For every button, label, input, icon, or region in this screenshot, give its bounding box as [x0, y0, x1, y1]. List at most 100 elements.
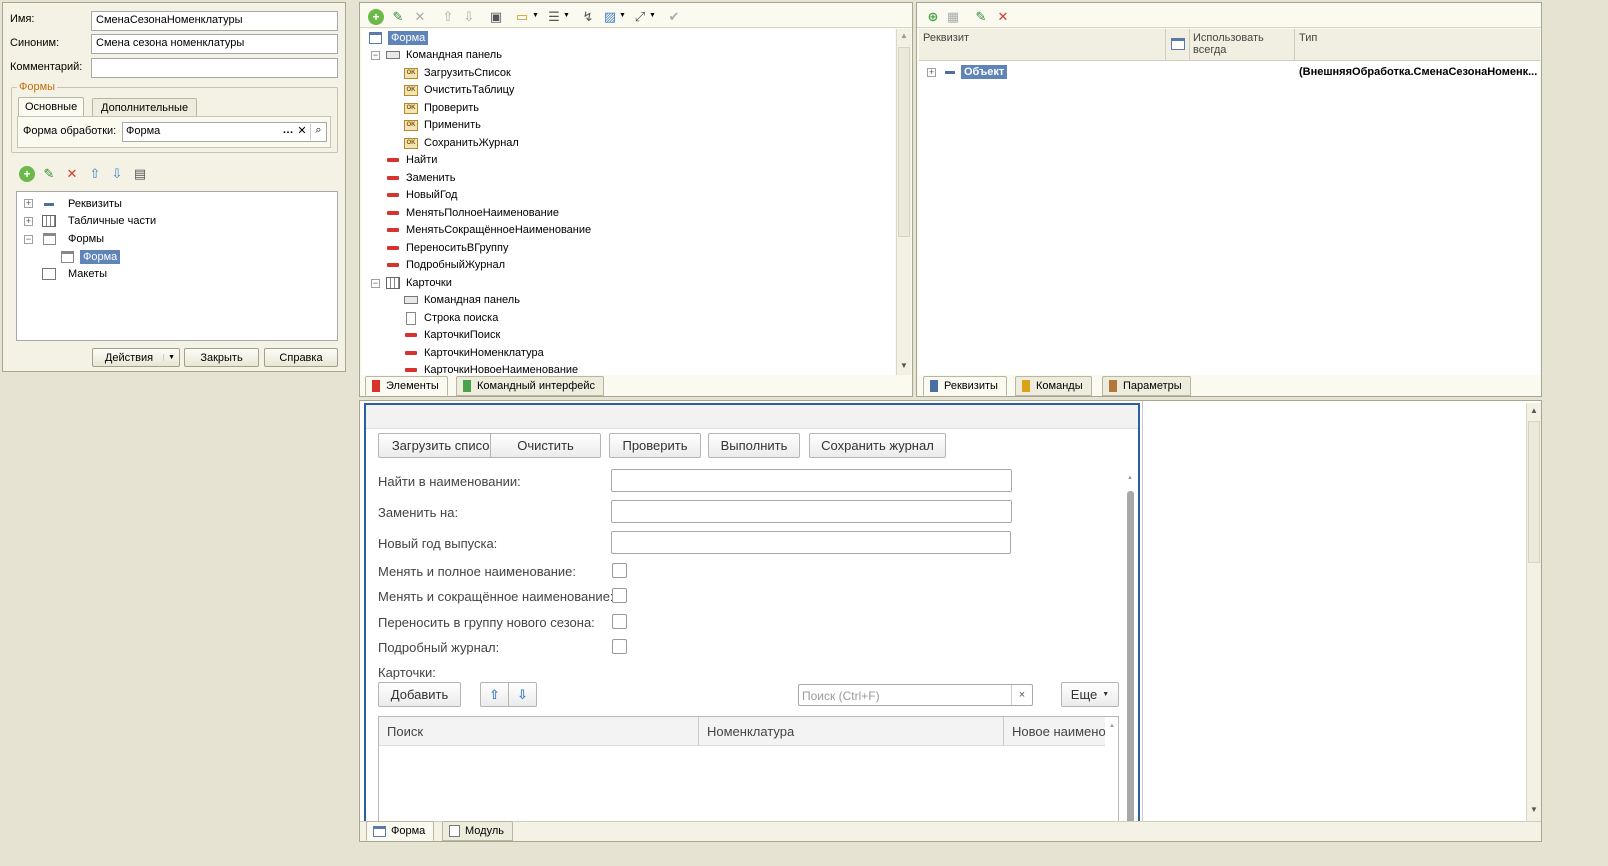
column-search[interactable]: Поиск — [387, 724, 423, 739]
tree-item-cards-nomenclature[interactable]: КарточкиНоменклатура — [404, 344, 544, 362]
tree-item-detailed-log[interactable]: ПодробныйЖурнал — [386, 256, 505, 274]
chevron-down-icon[interactable]: ▼ — [649, 12, 656, 19]
chevron-down-icon[interactable]: ▼ — [532, 12, 539, 19]
tree-item-form[interactable]: Форма — [60, 248, 121, 266]
wrap-icon[interactable]: ↯ — [580, 9, 596, 25]
move-up-button[interactable]: ⇧ — [480, 682, 509, 707]
column-header-attribute[interactable]: Реквизит — [923, 32, 969, 44]
run-button[interactable]: Выполнить — [708, 433, 800, 458]
attribute-row-name[interactable]: Объект — [961, 65, 1008, 79]
tree-item-form-root[interactable]: Форма — [368, 29, 429, 47]
close-button[interactable]: Закрыть — [184, 348, 259, 367]
scroll-thumb[interactable] — [1528, 421, 1540, 563]
short-name-checkbox[interactable] — [612, 588, 627, 603]
clear-button[interactable]: Очистить — [490, 433, 601, 458]
table-icon[interactable]: ▦ — [945, 9, 961, 25]
check-icon[interactable]: ✔ — [666, 9, 682, 25]
tree-item-apply[interactable]: OK Применить — [404, 116, 481, 134]
chevron-down-icon[interactable]: ▼ — [563, 12, 570, 19]
actions-button[interactable]: Действия ▼ — [92, 348, 180, 367]
tab-parameters[interactable]: Параметры — [1102, 376, 1191, 396]
collapse-icon[interactable]: − — [24, 235, 33, 244]
scroll-thumb[interactable] — [898, 47, 910, 237]
expand-icon[interactable]: + — [927, 68, 936, 77]
tree-item-attributes[interactable]: Реквизиты — [42, 195, 122, 213]
elements-scrollbar[interactable]: ▲ ▼ — [896, 29, 911, 375]
comment-field[interactable] — [91, 58, 338, 78]
edit-icon[interactable]: ✎ — [390, 9, 406, 25]
full-name-checkbox[interactable] — [612, 563, 627, 578]
tab-main[interactable]: Основные — [18, 97, 85, 117]
tree-item-cards-search[interactable]: КарточкиПоиск — [404, 326, 500, 344]
column-header-always[interactable]: Использовать всегда — [1193, 32, 1283, 56]
year-input[interactable] — [611, 531, 1011, 554]
tree-item-change-full-name[interactable]: МенятьПолноеНаименование — [386, 204, 559, 222]
move-down-button[interactable]: ⇩ — [508, 682, 537, 707]
column-header-type[interactable]: Тип — [1299, 32, 1317, 44]
delete-icon[interactable]: ✕ — [64, 166, 80, 182]
help-button[interactable]: Справка — [264, 348, 338, 367]
form-scrollbar[interactable]: ▲ — [1126, 475, 1135, 825]
tab-command-interface[interactable]: Командный интерфейс — [456, 376, 605, 396]
tree-item-clear-table[interactable]: OK ОчиститьТаблицу — [404, 81, 514, 99]
move-down-icon[interactable]: ⇩ — [109, 166, 125, 182]
save-log-button[interactable]: Сохранить журнал — [809, 433, 946, 458]
replace-input[interactable] — [611, 500, 1012, 523]
tab-extra[interactable]: Дополнительные — [92, 98, 198, 117]
cards-search-input[interactable]: Поиск (Ctrl+F) × — [798, 684, 1033, 706]
tab-commands[interactable]: Команды — [1015, 376, 1092, 396]
expand-icon[interactable]: + — [24, 199, 33, 208]
tree-item-cards-command-panel[interactable]: Командная панель — [404, 291, 520, 309]
add-icon[interactable]: + — [368, 9, 384, 25]
tree-item-tabular-parts[interactable]: Табличные части — [42, 212, 156, 230]
add-icon[interactable]: + — [19, 166, 35, 182]
scroll-up-icon[interactable]: ▲ — [900, 31, 908, 40]
tree-item-find[interactable]: Найти — [386, 151, 437, 169]
tree-item-cards-new-name[interactable]: КарточкиНовоеНаименование — [404, 361, 578, 375]
expand-icon[interactable]: + — [24, 217, 33, 226]
collapse-icon[interactable]: − — [371, 279, 380, 288]
scroll-up-icon[interactable]: ▲ — [1530, 406, 1538, 415]
add-attribute-icon[interactable]: ⊕ — [925, 9, 941, 25]
delete-icon[interactable]: ✕ — [995, 9, 1011, 25]
tree-item-change-short-name[interactable]: МенятьСокращённоеНаименование — [386, 221, 591, 239]
tree-item-save-log[interactable]: OK СохранитьЖурнал — [404, 134, 519, 152]
scroll-up-icon[interactable]: ▲ — [1127, 475, 1133, 481]
tab-module[interactable]: Модуль — [442, 821, 513, 841]
chevron-down-icon[interactable]: ▼ — [619, 12, 626, 19]
find-input[interactable] — [611, 469, 1012, 492]
collapse-icon[interactable]: − — [371, 51, 380, 60]
tab-elements[interactable]: Элементы — [365, 376, 448, 396]
stretch-icon[interactable]: ⤢ — [632, 9, 648, 25]
move-down-icon[interactable]: ⇩ — [461, 9, 477, 25]
scroll-down-icon[interactable]: ▼ — [900, 361, 908, 370]
chart-icon[interactable]: ▨ — [602, 9, 618, 25]
move-group-checkbox[interactable] — [612, 614, 627, 629]
processing-form-field[interactable]: Форма … ✕ ⌕ — [122, 122, 327, 142]
display-icon[interactable]: ▭ — [514, 9, 530, 25]
tree-item-command-panel[interactable]: Командная панель — [386, 46, 502, 64]
tree-item-templates[interactable]: Макеты — [42, 265, 107, 283]
clear-search-icon[interactable]: × — [1011, 685, 1032, 705]
move-up-icon[interactable]: ⇧ — [440, 9, 456, 25]
open-search-icon[interactable]: ⌕ — [310, 124, 326, 140]
tree-item-move-to-group[interactable]: ПереноситьВГруппу — [386, 239, 508, 257]
cards-table[interactable]: Поиск Номенклатура Новое наименование ▲ — [378, 716, 1119, 825]
tree-item-search-string[interactable]: Строка поиска — [404, 309, 498, 327]
detailed-log-checkbox[interactable] — [612, 639, 627, 654]
tree-item-new-year[interactable]: НовыйГод — [386, 186, 457, 204]
tab-form[interactable]: Форма — [366, 821, 435, 841]
layout-icon[interactable]: ☰ — [546, 9, 562, 25]
move-up-icon[interactable]: ⇧ — [87, 166, 103, 182]
edit-icon[interactable]: ✎ — [973, 9, 989, 25]
tree-item-load-list[interactable]: OK ЗагрузитьСписок — [404, 64, 511, 82]
clear-icon[interactable]: ✕ — [295, 124, 309, 140]
tab-attributes[interactable]: Реквизиты — [923, 376, 1007, 396]
column-new-name[interactable]: Новое наименование — [1012, 724, 1105, 739]
check-button[interactable]: Проверить — [609, 433, 701, 458]
delete-icon[interactable]: ✕ — [412, 9, 428, 25]
more-button[interactable]: Еще ▼ — [1061, 682, 1119, 707]
tree-item-check[interactable]: OK Проверить — [404, 99, 479, 117]
tree-item-cards[interactable]: Карточки — [386, 274, 452, 292]
table-scroll-up-icon[interactable]: ▲ — [1109, 723, 1115, 729]
